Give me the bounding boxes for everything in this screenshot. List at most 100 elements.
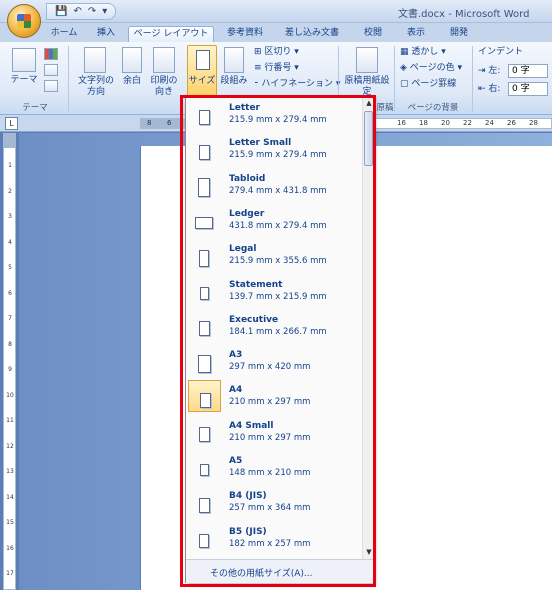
paper-size-item[interactable]: A5 148 mm x 210 mm <box>186 451 362 485</box>
orientation-icon[interactable] <box>153 47 175 73</box>
indent-title: インデント <box>478 47 524 57</box>
paper-thumbnail-box <box>188 98 221 130</box>
theme-button-label[interactable]: テーマ <box>8 75 40 86</box>
orientation-button[interactable]: 印刷の向き <box>148 76 180 98</box>
save-icon[interactable]: 💾 <box>55 6 67 17</box>
indent-left-text: 左: <box>488 66 501 76</box>
quick-access-toolbar: 💾 ↶ ↷ ▾ <box>46 3 117 20</box>
paper-size-name: Letter <box>229 103 260 113</box>
undo-icon[interactable]: ↶ <box>73 6 81 17</box>
indent-left-icon: ⇥ <box>478 66 489 76</box>
ruler-number: 3 <box>8 213 12 220</box>
indent-left-label: ⇥ 左: <box>478 66 500 77</box>
paper-size-name: Statement <box>229 279 283 290</box>
tab-mailings[interactable]: 差し込み文書 <box>276 26 348 42</box>
watermark-button[interactable]: ▦ 透かし ▾ <box>400 47 446 58</box>
ruler-number: 18 <box>419 119 428 127</box>
paper-size-item[interactable]: A4 210 mm x 297 mm <box>186 380 362 414</box>
ruler-number: 14 <box>6 493 14 501</box>
paper-thumbnail-box <box>188 486 221 518</box>
columns-button[interactable]: 段組み <box>218 76 250 87</box>
size-button[interactable]: サイズ <box>187 45 217 97</box>
window-title: 文書.docx - Microsoft Word <box>398 9 530 20</box>
theme-fonts-icon[interactable] <box>44 64 58 76</box>
breaks-button[interactable]: ⊞ 区切り ▾ <box>254 47 299 58</box>
paper-size-item[interactable]: B4 (JIS) 257 mm x 364 mm <box>186 486 362 520</box>
paper-size-item[interactable]: Tabloid 279.4 mm x 431.8 mm <box>186 169 362 203</box>
tab-view[interactable]: 表示 <box>398 26 434 42</box>
vertical-ruler[interactable]: 1 2 3 4 5 6 7 8 9 10 11 12 13 14 15 16 17 <box>3 133 16 590</box>
paper-page-icon <box>199 287 209 300</box>
more-paper-sizes-button[interactable]: その他の用紙サイズ(A)... <box>186 559 373 583</box>
paper-size-item[interactable]: Letter 215.9 mm x 279.4 mm <box>186 98 362 132</box>
paper-size-item[interactable]: Legal 215.9 mm x 355.6 mm <box>186 239 362 273</box>
indent-left-field[interactable]: 0 字 <box>508 64 548 78</box>
ruler-number: 26 <box>507 119 516 127</box>
theme-effects-icon[interactable] <box>44 80 58 92</box>
scrollbar-thumb[interactable] <box>364 111 373 166</box>
ruler-number: 11 <box>6 417 14 424</box>
columns-icon[interactable] <box>224 47 244 73</box>
ruler-number: 13 <box>6 468 14 475</box>
ruler-number: 9 <box>8 366 12 373</box>
paper-page-icon <box>198 178 210 198</box>
paper-size-item[interactable]: Statement 139.7 mm x 215.9 mm <box>186 275 362 309</box>
gallery-scrollbar[interactable]: ▲ ▼ <box>362 96 374 559</box>
paper-page-icon <box>197 355 211 374</box>
paper-page-icon <box>199 249 209 267</box>
scroll-up-icon[interactable]: ▲ <box>364 98 374 108</box>
paper-thumbnail-box <box>188 345 221 377</box>
tab-insert[interactable]: 挿入 <box>90 26 122 42</box>
redo-icon[interactable]: ↷ <box>88 6 96 17</box>
paper-size-dimensions: 148 mm x 210 mm <box>229 468 311 478</box>
line-numbers-button[interactable]: ≡ 行番号 ▾ <box>254 63 299 74</box>
paper-size-dimensions: 182 mm x 257 mm <box>229 538 311 549</box>
tab-review[interactable]: 校閲 <box>355 26 391 42</box>
paper-page-icon <box>199 533 209 548</box>
ruler-number: 12 <box>6 442 14 450</box>
paper-size-item[interactable]: A4 Small 210 mm x 297 mm <box>186 416 362 450</box>
group-separator <box>68 46 69 112</box>
tab-selector-button[interactable]: L <box>5 117 18 130</box>
paper-page-icon <box>198 427 210 443</box>
paper-size-name: Ledger <box>229 208 265 219</box>
paper-thumbnail-box <box>188 169 221 201</box>
paper-size-item[interactable]: Ledger 431.8 mm x 279.4 mm <box>186 204 362 238</box>
scroll-down-icon[interactable]: ▼ <box>364 547 374 557</box>
page-color-icon: ◈ <box>400 63 410 73</box>
ruler-number: 4 <box>8 238 12 246</box>
ruler-number: 1 <box>8 162 12 169</box>
office-button[interactable] <box>7 4 41 38</box>
paper-size-item[interactable]: A3 297 mm x 420 mm <box>186 345 362 379</box>
text-direction-button[interactable]: 文字列の方向 <box>74 76 118 98</box>
margins-icon[interactable] <box>122 47 142 73</box>
paper-size-item[interactable]: Letter Small 215.9 mm x 279.4 mm <box>186 133 362 167</box>
paper-size-item[interactable]: Executive 184.1 mm x 266.7 mm <box>186 310 362 344</box>
more-paper-sizes-label: その他の用紙サイズ(A)... <box>210 569 313 579</box>
indent-right-field[interactable]: 0 字 <box>508 82 548 96</box>
title-bar: 💾 ↶ ↷ ▾ 文書.docx - Microsoft Word <box>0 0 552 23</box>
paper-size-name: Executive <box>229 314 279 325</box>
manuscript-icon[interactable] <box>356 47 378 73</box>
tab-home[interactable]: ホーム <box>40 26 88 42</box>
hyphenation-button[interactable]: ⁃ ハイフネーション ▾ <box>254 79 340 90</box>
paper-page-icon <box>199 392 211 408</box>
page-borders-icon: ▢ <box>400 79 412 89</box>
size-button-label: サイズ <box>188 76 216 86</box>
text-direction-icon[interactable] <box>84 47 106 73</box>
breaks-icon: ⊞ <box>254 47 265 57</box>
ruler-number: 8 <box>147 119 152 127</box>
tab-references[interactable]: 参考資料 <box>220 26 270 42</box>
paper-size-dimensions: 279.4 mm x 431.8 mm <box>229 185 327 196</box>
tab-developer[interactable]: 開発 <box>441 26 477 42</box>
customize-qat-icon[interactable]: ▾ <box>102 6 107 17</box>
margins-button[interactable]: 余白 <box>118 76 146 87</box>
paper-size-item[interactable]: B5 (JIS) 182 mm x 257 mm <box>186 522 362 556</box>
page-color-button[interactable]: ◈ ページの色 ▾ <box>400 63 462 74</box>
theme-colors-icon[interactable] <box>44 48 58 60</box>
tab-page-layout[interactable]: ページ レイアウト <box>128 26 214 42</box>
ruler-number: 8 <box>8 340 12 348</box>
page-borders-button[interactable]: ▢ ページ罫線 <box>400 79 456 90</box>
theme-icon[interactable] <box>12 48 36 72</box>
paper-size-name: Legal <box>229 244 257 255</box>
